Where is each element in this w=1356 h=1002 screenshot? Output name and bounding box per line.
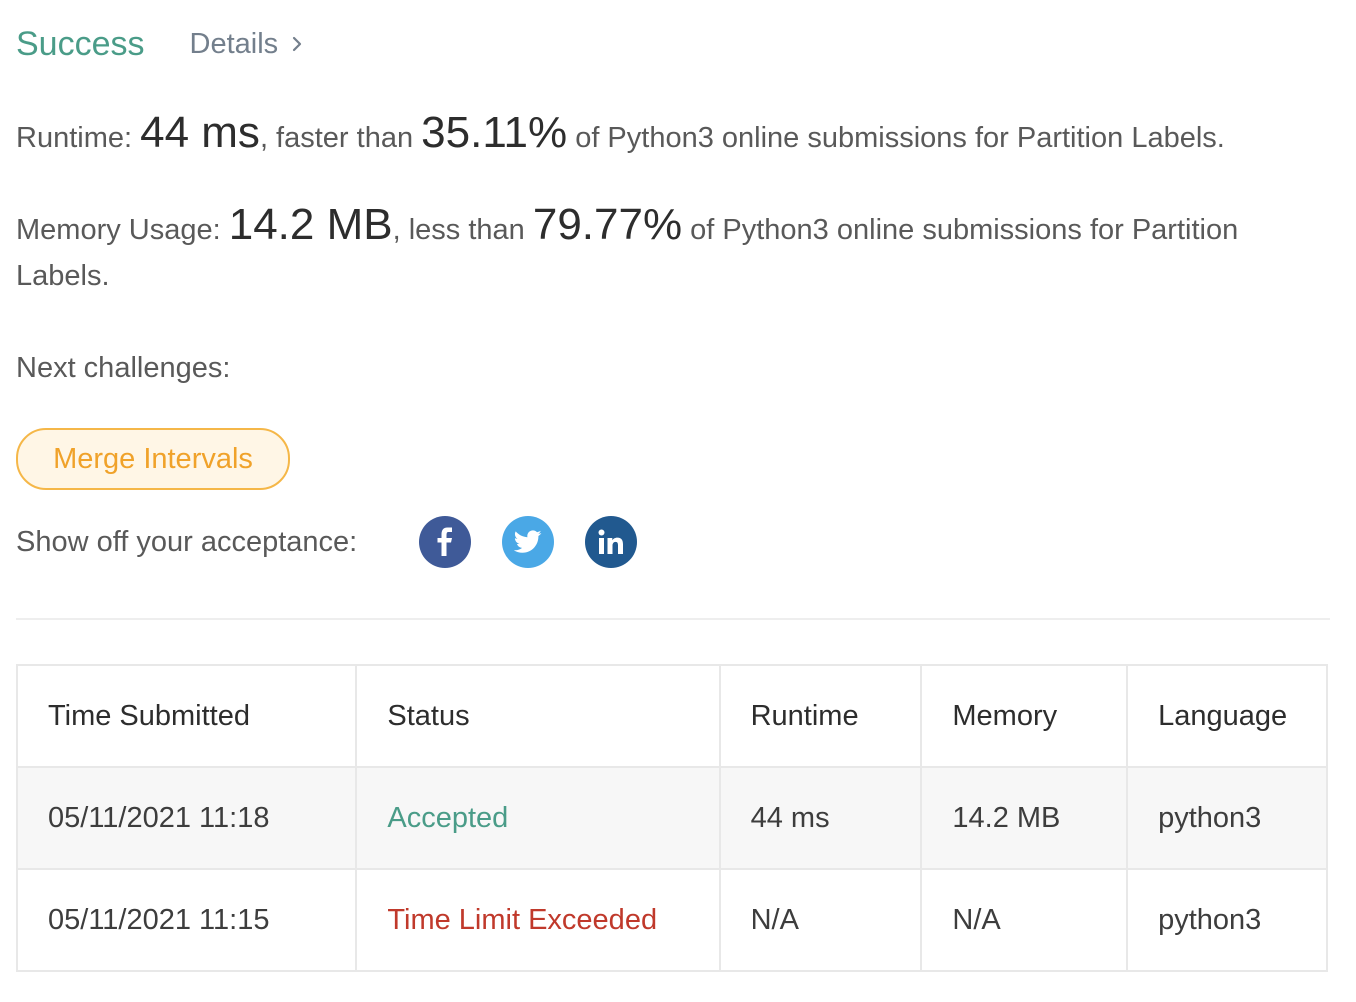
runtime-value: 44 ms [140, 108, 260, 157]
chevron-right-icon [293, 36, 302, 52]
runtime-percent: 35.11% [421, 108, 568, 157]
runtime-cell: 44 ms [718, 766, 923, 870]
column-header-memory: Memory [920, 664, 1129, 768]
memory-value: 14.2 MB [228, 200, 393, 249]
runtime-label: Runtime: [16, 122, 133, 154]
result-status-title: Success [16, 24, 145, 63]
time-submitted-cell: 05/11/2021 11:15 [15, 868, 358, 972]
share-row: Show off your acceptance: [16, 516, 668, 568]
status-cell: Time Limit Exceeded [355, 868, 721, 972]
result-header: Success Details [16, 22, 302, 66]
memory-cell: 14.2 MB [920, 766, 1129, 870]
memory-label: Memory Usage: [16, 214, 221, 246]
share-label: Show off your acceptance: [16, 525, 358, 558]
submission-result-page: Success Details Runtime: 44 ms, faster t… [0, 0, 1356, 1002]
status-link-time-limit-exceeded[interactable]: Time Limit Exceeded [387, 904, 657, 936]
table-row: 05/11/2021 11:15 Time Limit Exceeded N/A… [15, 868, 1328, 972]
details-link[interactable]: Details [190, 28, 303, 61]
twitter-icon [514, 530, 542, 553]
column-header-time-submitted: Time Submitted [15, 664, 358, 768]
column-header-language: Language [1126, 664, 1328, 768]
challenge-chip-merge-intervals[interactable]: Merge Intervals [16, 428, 290, 490]
status-link-accepted[interactable]: Accepted [387, 802, 508, 834]
details-label: Details [189, 27, 279, 60]
runtime-suffix: of Python3 online submissions for Partit… [575, 122, 1225, 154]
memory-percent: 79.77% [532, 200, 683, 249]
column-header-runtime: Runtime [718, 664, 923, 768]
next-challenges-title: Next challenges: [16, 352, 231, 384]
memory-mid-text: , less than [392, 214, 525, 246]
runtime-cell: N/A [718, 868, 923, 972]
language-cell: python3 [1126, 766, 1328, 870]
linkedin-share-button[interactable] [585, 516, 638, 568]
language-cell: python3 [1126, 868, 1328, 972]
runtime-stat-line: Runtime: 44 ms, faster than 35.11% of Py… [16, 108, 1225, 158]
table-row: 05/11/2021 11:18 Accepted 44 ms 14.2 MB … [15, 766, 1328, 870]
column-header-status: Status [355, 664, 721, 768]
section-divider [16, 618, 1330, 620]
submissions-table: Time Submitted Status Runtime Memory Lan… [15, 664, 1328, 972]
linkedin-icon [598, 529, 624, 554]
facebook-icon [437, 527, 453, 556]
time-submitted-cell: 05/11/2021 11:18 [15, 766, 358, 870]
table-header-row: Time Submitted Status Runtime Memory Lan… [15, 664, 1328, 768]
runtime-mid-text: , faster than [259, 122, 414, 154]
status-cell: Accepted [355, 766, 721, 870]
twitter-share-button[interactable] [502, 516, 555, 568]
facebook-share-button[interactable] [419, 516, 472, 568]
share-icons [419, 516, 668, 568]
memory-stat-line: Memory Usage: 14.2 MB, less than 79.77% … [16, 202, 1336, 299]
memory-cell: N/A [920, 868, 1129, 972]
